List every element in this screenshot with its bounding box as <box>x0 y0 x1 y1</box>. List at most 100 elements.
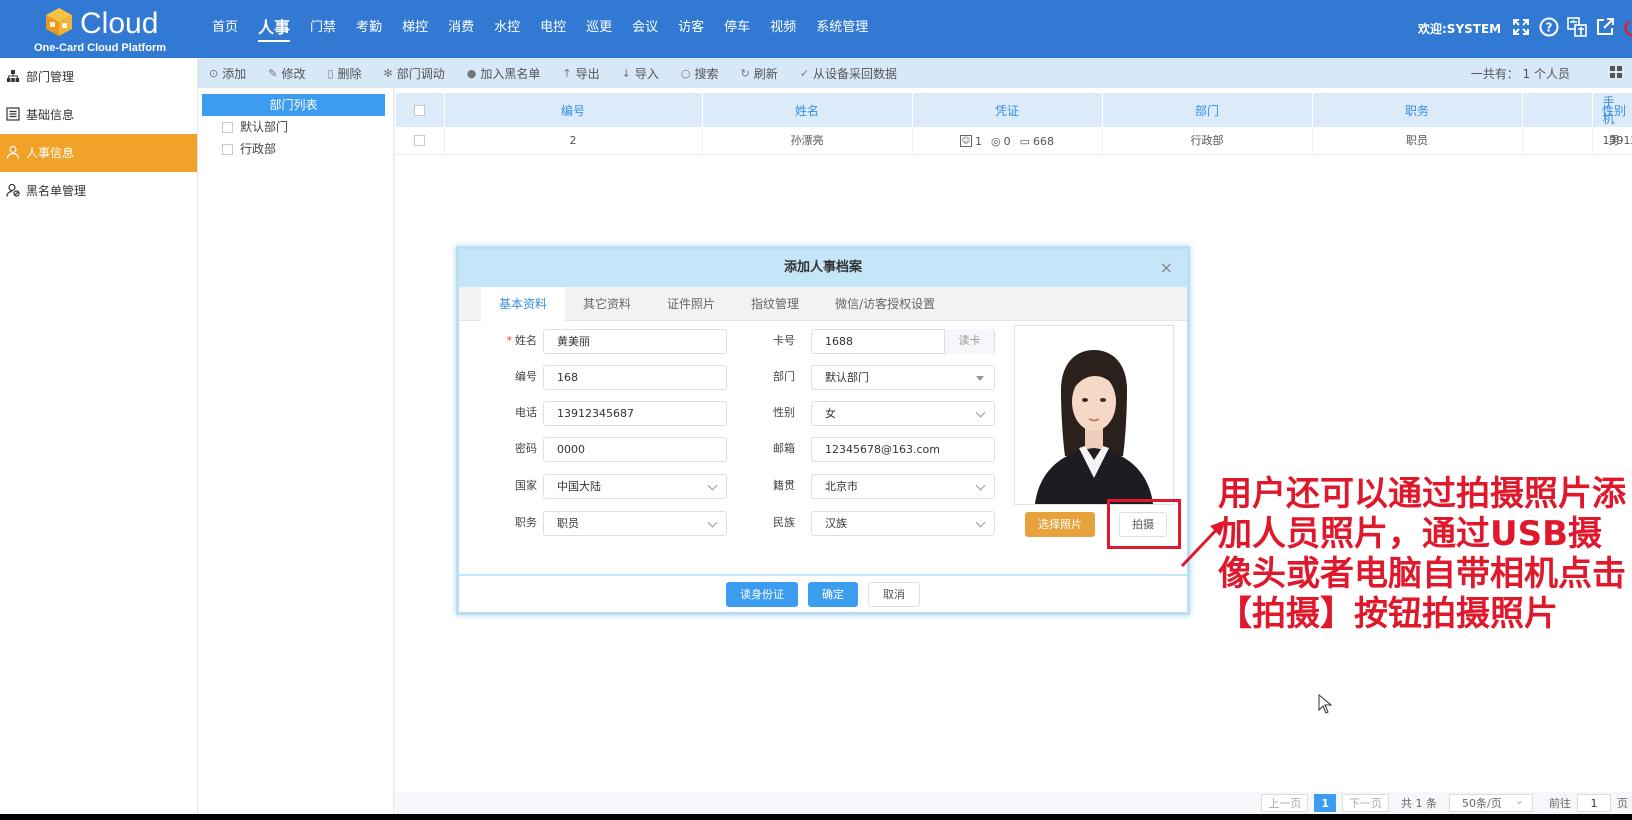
export-icon: ↑ <box>562 66 572 80</box>
tab-id-photo[interactable]: 证件照片 <box>649 287 733 321</box>
dept-label: 部门 <box>773 370 795 383</box>
native-place-select[interactable]: 北京市 <box>811 474 995 499</box>
cancel-button[interactable]: 取消 <box>868 581 920 607</box>
read-id-card-button[interactable]: 读身份证 <box>726 581 798 607</box>
tree-item-label: 行政部 <box>240 142 277 156</box>
highlight-box <box>1107 499 1181 549</box>
power-icon[interactable] <box>1622 16 1632 38</box>
close-icon[interactable]: × <box>1160 249 1173 287</box>
check-icon: ✓ <box>799 66 809 80</box>
gender-label: 性别 <box>773 406 795 419</box>
sidebar-item-personnel-info[interactable]: 人事信息 <box>0 134 197 172</box>
refresh-button[interactable]: ↻ 刷新 <box>730 58 789 88</box>
nav-personnel[interactable]: 人事 <box>248 0 300 58</box>
password-field[interactable]: 0000 <box>543 437 727 462</box>
nav-home[interactable]: 首页 <box>202 0 248 58</box>
row-checkbox[interactable] <box>414 135 426 147</box>
transfer-button[interactable]: ✻ 部门调动 <box>373 58 456 88</box>
svg-text:?: ? <box>1546 21 1553 35</box>
ethnicity-select[interactable]: 汉族 <box>811 511 995 536</box>
position-select[interactable]: 职员 <box>543 511 727 536</box>
tab-basic-info[interactable]: 基本资料 <box>481 287 566 321</box>
number-field[interactable]: 168 <box>543 365 727 390</box>
nav-meeting[interactable]: 会议 <box>622 0 668 58</box>
email-field[interactable]: 12345678@163.com <box>811 437 995 462</box>
nav-elevator[interactable]: 梯控 <box>392 0 438 58</box>
language-icon[interactable] <box>1566 16 1588 38</box>
transfer-icon: ✻ <box>383 66 393 80</box>
nav-consumption[interactable]: 消费 <box>438 0 484 58</box>
select-all-checkbox[interactable] <box>414 105 426 116</box>
add-button[interactable]: ⊙ 添加 <box>198 58 257 88</box>
top-bar: Cloud One-Card Cloud Platform 首页 人事 门禁 考… <box>0 0 1632 58</box>
tab-other-info[interactable]: 其它资料 <box>565 287 649 321</box>
col-department[interactable]: 部门 <box>1102 93 1313 127</box>
search-button[interactable]: ○ 搜索 <box>670 58 730 88</box>
dept-select[interactable]: 默认部门 <box>811 365 995 390</box>
col-name[interactable]: 姓名 <box>702 93 913 127</box>
ok-button[interactable]: 确定 <box>808 581 858 607</box>
tree-item-default-dept[interactable]: 默认部门 <box>198 116 393 138</box>
grid-view-icon[interactable] <box>1610 66 1624 80</box>
nav-system[interactable]: 系统管理 <box>806 0 878 58</box>
sidebar-item-label: 部门管理 <box>26 70 75 84</box>
add-blacklist-button[interactable]: ● 加入黑名单 <box>456 58 552 88</box>
search-icon: ○ <box>680 66 691 80</box>
sidebar-item-department[interactable]: 部门管理 <box>0 58 197 96</box>
col-credential[interactable]: 凭证 <box>912 93 1103 127</box>
fetch-device-data-button[interactable]: ✓ 从设备采回数据 <box>789 58 908 88</box>
row-select[interactable] <box>396 127 445 155</box>
app-window: Cloud One-Card Cloud Platform 首页 人事 门禁 考… <box>0 0 1632 814</box>
import-button[interactable]: ↓ 导入 <box>611 58 670 88</box>
pagination: 上一页 1 下一页 共 1 条 50条/页 前往 1 页 <box>396 792 1632 814</box>
nav-video[interactable]: 视频 <box>760 0 806 58</box>
nav-visitor[interactable]: 访客 <box>668 0 714 58</box>
fullscreen-icon[interactable] <box>1510 16 1532 38</box>
tab-wechat-visitor[interactable]: 微信/访客授权设置 <box>817 287 953 321</box>
external-link-icon[interactable] <box>1594 16 1616 38</box>
phone-label: 电话 <box>515 406 537 419</box>
page-1-button[interactable]: 1 <box>1314 794 1336 812</box>
tree-item-label: 默认部门 <box>240 120 289 134</box>
page-size-select[interactable]: 50条/页 <box>1449 792 1533 812</box>
add-personnel-dialog: 添加人事档案 × 基本资料 其它资料 证件照片 指纹管理 微信/访客授权设置 *… <box>456 246 1190 615</box>
export-button[interactable]: ↑ 导出 <box>551 58 610 88</box>
select-all-header[interactable] <box>396 93 445 127</box>
country-select[interactable]: 中国大陆 <box>543 474 727 499</box>
help-icon[interactable]: ? <box>1538 16 1560 38</box>
phone-field[interactable]: 13912345687 <box>543 401 727 426</box>
nav-patrol[interactable]: 巡更 <box>576 0 622 58</box>
col-position[interactable]: 职务 <box>1312 93 1523 127</box>
next-page-button[interactable]: 下一页 <box>1342 794 1389 812</box>
logo-cube-icon <box>46 8 72 36</box>
page-suffix: 页 <box>1617 797 1628 810</box>
prev-page-button[interactable]: 上一页 <box>1261 794 1309 812</box>
tree-checkbox[interactable] <box>222 122 233 133</box>
delete-button[interactable]: ▯ 删除 <box>316 58 372 88</box>
nav-power[interactable]: 电控 <box>530 0 576 58</box>
nav-attendance[interactable]: 考勤 <box>346 0 392 58</box>
sidebar-item-blacklist[interactable]: 黑名单管理 <box>0 172 197 210</box>
dialog-body: * 姓名 黄美丽 编号 168 电话 13912345687 密码 0000 国家… <box>459 321 1187 571</box>
gender-select[interactable]: 女 <box>811 401 995 426</box>
password-label: 密码 <box>515 442 537 455</box>
tree-checkbox[interactable] <box>222 144 233 155</box>
org-icon <box>7 70 20 82</box>
tab-fingerprint[interactable]: 指纹管理 <box>733 287 817 321</box>
sidebar-item-basic-info[interactable]: 基础信息 <box>0 96 197 134</box>
col-phone[interactable]: 手机 <box>1522 93 1615 127</box>
read-card-button[interactable]: 读卡 <box>944 329 994 354</box>
choose-photo-button[interactable]: 选择照片 <box>1025 512 1095 537</box>
edit-button[interactable]: ✎ 修改 <box>257 58 316 88</box>
nav-parking[interactable]: 停车 <box>714 0 760 58</box>
name-field[interactable]: 黄美丽 <box>543 329 727 354</box>
goto-page-input[interactable]: 1 <box>1577 794 1611 812</box>
card-field[interactable]: 1688 读卡 <box>811 329 995 354</box>
card-icon: ▭ <box>1019 134 1030 148</box>
table-row[interactable]: 2 孙漂亮 ☺1 ◎0 ▭668 行政部 职员 13912345678 男 <box>396 127 1632 155</box>
nav-water[interactable]: 水控 <box>484 0 530 58</box>
tree-item-admin-dept[interactable]: 行政部 <box>198 138 393 160</box>
nav-access[interactable]: 门禁 <box>300 0 346 58</box>
refresh-icon: ↻ <box>740 66 750 80</box>
col-number[interactable]: 编号 <box>444 93 703 127</box>
